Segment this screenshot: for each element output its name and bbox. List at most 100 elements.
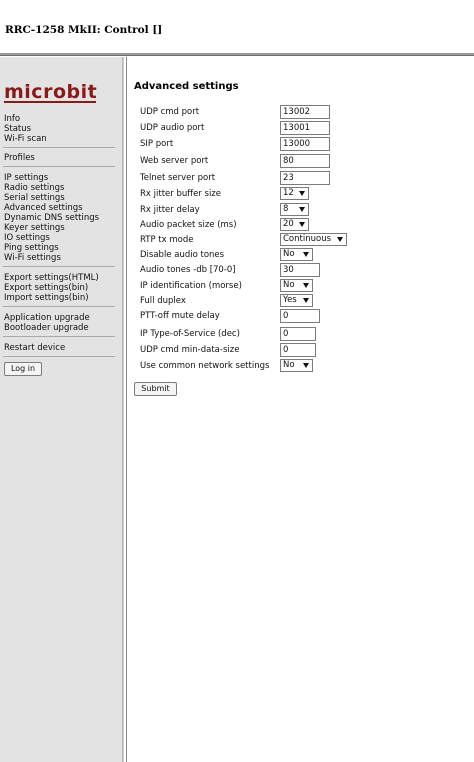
use-common-network-settings-select[interactable]: No xyxy=(280,359,313,372)
nav-item-dynamic-dns-settings[interactable]: Dynamic DNS settings xyxy=(4,213,99,223)
audio-tones-db-input[interactable]: 30 xyxy=(280,263,320,277)
nav-item-io-settings[interactable]: IO settings xyxy=(4,233,99,243)
field-row-disable-audio-tones: Disable audio tones No xyxy=(140,248,470,262)
nav-divider xyxy=(3,147,115,148)
sidebar-border xyxy=(123,57,127,762)
udp-cmd-min-data-size-input[interactable]: 0 xyxy=(280,343,316,357)
nav-divider xyxy=(3,166,115,167)
nav-group-settings: IP settings Radio settings Serial settin… xyxy=(4,173,99,263)
field-row-audio-tones-db: Audio tones -db [70-0] 30 xyxy=(140,263,470,277)
full-duplex-select[interactable]: Yes xyxy=(280,294,313,307)
sip-port-input[interactable]: 13000 xyxy=(280,137,330,151)
field-label: UDP cmd min-data-size xyxy=(140,345,240,355)
nav-item-serial-settings[interactable]: Serial settings xyxy=(4,193,99,203)
log-in-button[interactable]: Log in xyxy=(4,362,42,376)
udp-audio-port-input[interactable]: 13001 xyxy=(280,121,330,135)
udp-cmd-port-input[interactable]: 13002 xyxy=(280,105,330,119)
nav-item-bootloader-upgrade[interactable]: Bootloader upgrade xyxy=(4,323,90,333)
nav-divider xyxy=(3,356,115,357)
field-row-use-common-network-settings: Use common network settings No xyxy=(140,359,470,373)
field-row-sip-port: SIP port 13000 xyxy=(140,137,470,151)
nav-item-export-html[interactable]: Export settings(HTML) xyxy=(4,273,99,283)
nav-item-status[interactable]: Status xyxy=(4,124,47,134)
select-value: 20 xyxy=(283,219,294,229)
field-label: Use common network settings xyxy=(140,361,270,371)
dropdown-arrow-icon xyxy=(337,237,343,242)
nav-item-radio-settings[interactable]: Radio settings xyxy=(4,183,99,193)
field-label: IP Type-of-Service (dec) xyxy=(140,329,240,339)
field-row-udp-audio-port: UDP audio port 13001 xyxy=(140,121,470,135)
dropdown-arrow-icon xyxy=(303,283,309,288)
web-server-port-input[interactable]: 80 xyxy=(280,154,330,168)
nav-item-export-bin[interactable]: Export settings(bin) xyxy=(4,283,99,293)
select-value: 8 xyxy=(283,204,289,214)
nav-item-profiles[interactable]: Profiles xyxy=(4,153,35,163)
ip-identification-select[interactable]: No xyxy=(280,279,313,292)
nav-item-info[interactable]: Info xyxy=(4,114,47,124)
field-label: SIP port xyxy=(140,139,174,149)
rtp-tx-mode-select[interactable]: Continuous xyxy=(280,233,347,246)
nav-divider xyxy=(3,266,115,267)
header-divider xyxy=(0,53,474,56)
rx-jitter-buffer-size-select[interactable]: 12 xyxy=(280,187,309,200)
sidebar: microbit Info Status Wi-Fi scan Profiles… xyxy=(0,57,123,762)
field-label: Telnet server port xyxy=(140,173,216,183)
field-row-telnet-server-port: Telnet server port 23 xyxy=(140,171,470,185)
field-label: Rx jitter buffer size xyxy=(140,189,221,199)
field-row-ptt-off-mute-delay: PTT-off mute delay 0 xyxy=(140,309,470,323)
nav-group-restart: Restart device xyxy=(4,343,65,353)
field-row-audio-packet-size: Audio packet size (ms) 20 xyxy=(140,218,470,232)
field-row-rtp-tx-mode: RTP tx mode Continuous xyxy=(140,233,470,247)
nav-group-profiles: Profiles xyxy=(4,153,35,163)
main-content: Advanced settings UDP cmd port 13002 UDP… xyxy=(128,57,474,762)
dropdown-arrow-icon xyxy=(303,252,309,257)
field-row-web-server-port: Web server port 80 xyxy=(140,154,470,168)
nav-item-advanced-settings[interactable]: Advanced settings xyxy=(4,203,99,213)
nav-item-wifi-settings[interactable]: Wi-Fi settings xyxy=(4,253,99,263)
page-title: Advanced settings xyxy=(134,81,239,92)
field-label: Web server port xyxy=(140,156,209,166)
ip-type-of-service-input[interactable]: 0 xyxy=(280,327,316,341)
field-label: Audio packet size (ms) xyxy=(140,220,237,230)
logo-underline xyxy=(4,101,96,103)
window-title-bar: RRC-1258 MkII: Control [] xyxy=(0,0,474,54)
ptt-off-mute-delay-input[interactable]: 0 xyxy=(280,309,320,323)
disable-audio-tones-select[interactable]: No xyxy=(280,248,313,261)
select-value: No xyxy=(283,280,295,290)
field-label: UDP audio port xyxy=(140,123,205,133)
field-row-udp-cmd-min-data-size: UDP cmd min-data-size 0 xyxy=(140,343,470,357)
nav-item-application-upgrade[interactable]: Application upgrade xyxy=(4,313,90,323)
dropdown-arrow-icon xyxy=(303,363,309,368)
submit-button[interactable]: Submit xyxy=(134,382,177,396)
field-label: Audio tones -db [70-0] xyxy=(140,265,236,275)
nav-item-ping-settings[interactable]: Ping settings xyxy=(4,243,99,253)
nav-group-upgrade: Application upgrade Bootloader upgrade xyxy=(4,313,90,333)
dropdown-arrow-icon xyxy=(303,298,309,303)
dropdown-arrow-icon xyxy=(299,222,305,227)
nav-item-restart-device[interactable]: Restart device xyxy=(4,343,65,353)
nav-item-ip-settings[interactable]: IP settings xyxy=(4,173,99,183)
field-row-rx-jitter-buffer-size: Rx jitter buffer size 12 xyxy=(140,187,470,201)
nav-item-import-bin[interactable]: Import settings(bin) xyxy=(4,293,99,303)
field-row-ip-identification: IP identification (morse) No xyxy=(140,279,470,293)
field-label: IP identification (morse) xyxy=(140,281,242,291)
nav-item-keyer-settings[interactable]: Keyer settings xyxy=(4,223,99,233)
audio-packet-size-select[interactable]: 20 xyxy=(280,218,309,231)
nav-group-export: Export settings(HTML) Export settings(bi… xyxy=(4,273,99,303)
field-label: RTP tx mode xyxy=(140,235,194,245)
nav-divider xyxy=(3,306,115,307)
dropdown-arrow-icon xyxy=(299,191,305,196)
field-row-ip-type-of-service: IP Type-of-Service (dec) 0 xyxy=(140,327,470,341)
field-label: PTT-off mute delay xyxy=(140,311,220,321)
nav-item-wifi-scan[interactable]: Wi-Fi scan xyxy=(4,134,47,144)
field-label: Rx jitter delay xyxy=(140,205,200,215)
rx-jitter-delay-select[interactable]: 8 xyxy=(280,203,309,216)
field-label: UDP cmd port xyxy=(140,107,200,117)
select-value: No xyxy=(283,360,295,370)
select-value: Yes xyxy=(283,295,297,305)
field-row-full-duplex: Full duplex Yes xyxy=(140,294,470,308)
nav-group-info: Info Status Wi-Fi scan xyxy=(4,114,47,144)
telnet-server-port-input[interactable]: 23 xyxy=(280,171,330,185)
field-row-rx-jitter-delay: Rx jitter delay 8 xyxy=(140,203,470,217)
dropdown-arrow-icon xyxy=(299,207,305,212)
